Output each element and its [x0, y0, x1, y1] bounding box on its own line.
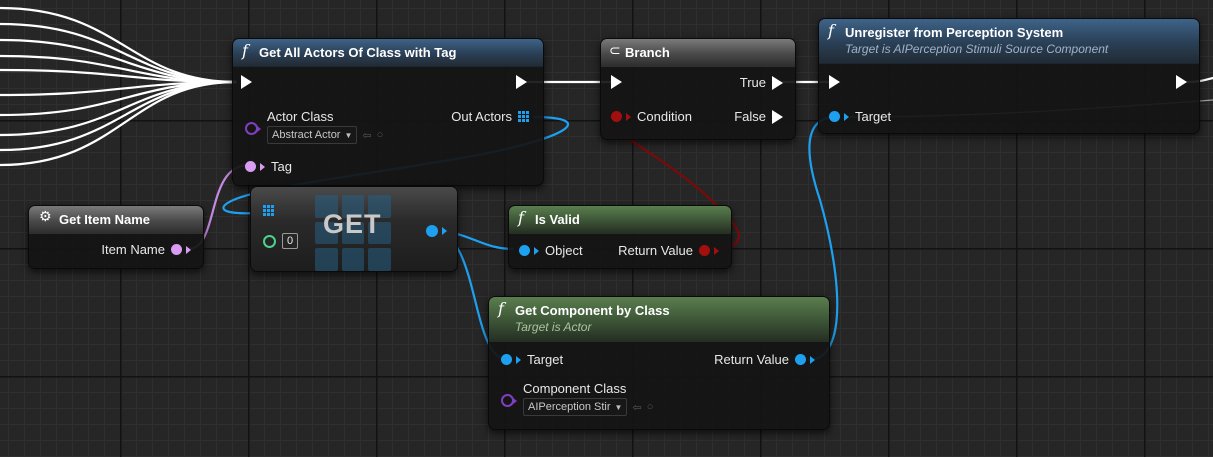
pin-label: Actor Class [267, 109, 334, 124]
node-get-component-by-class[interactable]: f Get Component by Class Target is Actor… [488, 296, 830, 430]
node-title: Get All Actors Of Class with Tag [259, 45, 457, 60]
function-icon: f [518, 208, 524, 227]
exec-in-pin[interactable] [611, 75, 622, 89]
function-icon: f [828, 21, 834, 40]
node-array-get[interactable]: GET 0 [250, 186, 458, 272]
get-node-label: GET [323, 209, 382, 239]
exec-wire-in-2 [0, 22, 238, 84]
pin-out-actors[interactable]: Out Actors [451, 109, 529, 124]
node-header: ⚙ Get Item Name [29, 206, 203, 234]
index-field[interactable]: 0 [282, 233, 299, 249]
node-get-item-name[interactable]: ⚙ Get Item Name Item Name [28, 205, 204, 269]
node-header: f Unregister from Perception System Targ… [819, 19, 1199, 64]
pin-tag[interactable]: Tag [245, 159, 292, 174]
pin-condition[interactable]: Condition [611, 109, 692, 124]
node-title: Get Component by Class [515, 303, 670, 318]
node-header: f Get Component by Class Target is Actor [489, 297, 829, 342]
chevron-down-icon: ▼ [344, 130, 353, 140]
pin-actor-class[interactable]: Actor Class Abstract Actor ▼ ⇦ ○ [245, 109, 383, 144]
pin-false[interactable]: False [734, 109, 783, 124]
pin-item-name[interactable]: Item Name [101, 242, 191, 257]
array-grid-icon [518, 111, 529, 122]
node-title: Is Valid [535, 212, 580, 227]
browse-arrow-icon[interactable]: ⇦ [362, 129, 371, 142]
exec-in-pin[interactable] [241, 75, 252, 89]
pin-index[interactable]: 0 [263, 233, 299, 249]
chevron-down-icon: ▼ [614, 402, 623, 412]
node-subtitle: Target is AIPerception Stimuli Source Co… [845, 42, 1109, 56]
pin-target[interactable]: Target [501, 352, 563, 367]
node-unregister-from-perception-system[interactable]: f Unregister from Perception System Targ… [818, 18, 1200, 134]
exec-wire-in-9 [0, 80, 238, 152]
node-is-valid[interactable]: f Is Valid Object Return Value [508, 205, 732, 269]
exec-in-pin[interactable] [829, 75, 840, 89]
node-title: Unregister from Perception System [845, 25, 1064, 40]
exec-out-pin[interactable] [1176, 75, 1187, 89]
node-header: f Get All Actors Of Class with Tag [233, 39, 543, 67]
node-header: ⊂ Branch [601, 39, 795, 67]
search-icon[interactable]: ○ [647, 401, 654, 413]
gear-icon: ⚙ [39, 209, 52, 225]
node-get-all-actors-of-class-with-tag[interactable]: f Get All Actors Of Class with Tag Actor… [232, 38, 544, 186]
actor-class-dropdown[interactable]: Abstract Actor ▼ [267, 126, 358, 144]
blueprint-graph-canvas[interactable]: f Get All Actors Of Class with Tag Actor… [0, 0, 1213, 457]
function-icon: f [242, 41, 248, 60]
branch-icon: ⊂ [609, 43, 621, 59]
pin-target[interactable]: Target [829, 109, 891, 124]
node-subtitle: Target is Actor [515, 320, 592, 334]
array-grid-icon [263, 205, 274, 216]
pin-return-value[interactable]: Return Value [714, 352, 815, 367]
pin-return-value[interactable]: Return Value [618, 243, 719, 258]
exec-out-pin[interactable] [516, 75, 527, 89]
pin-array-in[interactable] [263, 205, 274, 216]
browse-arrow-icon[interactable]: ⇦ [632, 401, 641, 414]
pin-object[interactable]: Object [519, 243, 583, 258]
search-icon[interactable]: ○ [377, 129, 384, 141]
pin-component-class[interactable]: Component Class AIPerception Stir ▼ ⇦ ○ [501, 381, 653, 416]
pin-array-out[interactable] [426, 225, 447, 237]
node-title: Get Item Name [59, 212, 151, 227]
node-header: f Is Valid [509, 206, 731, 234]
node-branch[interactable]: ⊂ Branch True Condition False [600, 38, 796, 140]
node-title: Branch [625, 45, 670, 60]
component-class-dropdown[interactable]: AIPerception Stir ▼ [523, 398, 628, 416]
pin-true[interactable]: True [740, 75, 783, 90]
function-icon: f [498, 299, 504, 318]
